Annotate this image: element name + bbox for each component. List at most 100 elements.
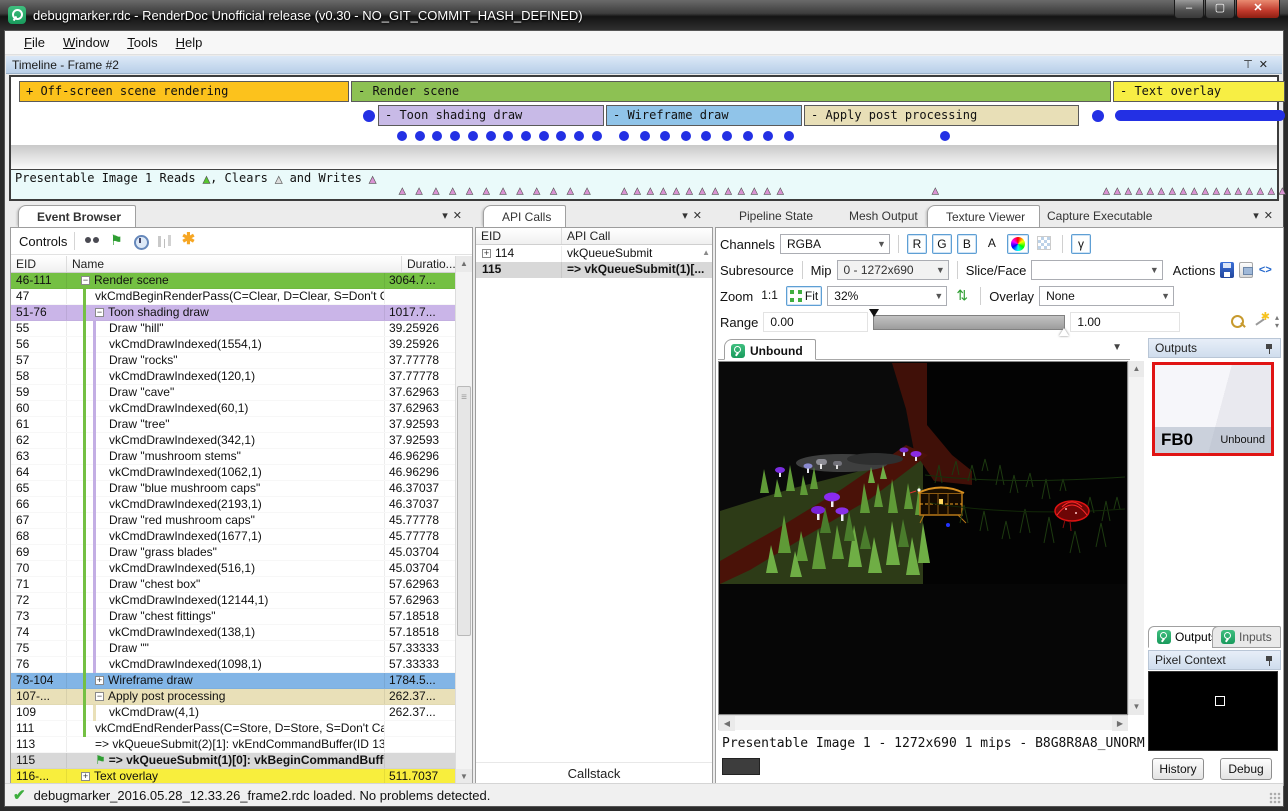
scroll-up-icon[interactable]: ▲ [702, 248, 710, 257]
debug-button[interactable]: Debug [1220, 758, 1272, 780]
event-row-109[interactable]: 109vkCmdDraw(4,1)262.37... [11, 705, 455, 721]
usage-triangle-icon[interactable]: ▲ [621, 184, 628, 197]
tab-pipeline-state[interactable]: Pipeline State [721, 205, 827, 228]
event-row-56[interactable]: 56vkCmdDrawIndexed(1554,1)39.25926 [11, 337, 455, 353]
usage-triangle-icon[interactable]: ▲ [483, 184, 490, 197]
close-button[interactable]: ✕ [1236, 0, 1280, 19]
usage-triangle-icon[interactable]: ▲ [686, 184, 693, 197]
statistics-icon[interactable] [154, 232, 174, 250]
checker-background-button[interactable] [1034, 234, 1054, 254]
timeline-event-dot[interactable] [681, 131, 691, 141]
event-row-51-76[interactable]: 51-76−Toon shading draw1017.7... [11, 305, 455, 321]
api-call-row-114[interactable]: +114vkQueueSubmit [476, 246, 712, 262]
usage-triangle-icon[interactable]: ▲ [634, 184, 641, 197]
texture-horizontal-scrollbar[interactable]: ◀ ▶ [718, 715, 1128, 730]
pin-icon[interactable] [1265, 343, 1274, 354]
event-row-55[interactable]: 55Draw "hill"39.25926 [11, 321, 455, 337]
scroll-up-icon[interactable]: ▲ [1129, 361, 1144, 377]
column-api-call[interactable]: API Call [562, 228, 712, 244]
event-row-71[interactable]: 71Draw "chest box"57.62963 [11, 577, 455, 593]
usage-triangle-icon[interactable]: ▲ [1224, 184, 1231, 197]
timeline-marker-bar[interactable]: + Off-screen scene rendering [19, 81, 349, 102]
time-durations-icon[interactable] [130, 232, 150, 250]
range-slider[interactable] [873, 315, 1065, 330]
fit-button[interactable]: Fit [786, 286, 822, 306]
scroll-left-icon[interactable]: ◀ [719, 716, 735, 731]
event-row-61[interactable]: 61Draw "tree"37.92593 [11, 417, 455, 433]
usage-triangle-icon[interactable]: ▲ [550, 184, 557, 197]
timeline-event-dot[interactable] [432, 131, 442, 141]
alpha-channel-button[interactable]: A [982, 234, 1002, 254]
bookmark-flag-icon[interactable]: ⚑ [106, 232, 126, 250]
menu-file[interactable]: File [15, 33, 54, 52]
timeline-dock-header[interactable]: Timeline - Frame #2 ⊤✕ [6, 56, 1282, 74]
usage-triangle-icon[interactable]: ▲ [932, 184, 939, 197]
usage-triangle-icon[interactable]: ▲ [1103, 184, 1110, 197]
maximize-button[interactable]: ▢ [1205, 0, 1235, 19]
spinner-icon[interactable]: ▴▾ [1275, 314, 1279, 330]
usage-triangle-icon[interactable]: ▲ [466, 184, 473, 197]
event-row-47[interactable]: 47vkCmdBeginRenderPass(C=Clear, D=Clear,… [11, 289, 455, 305]
pin-icon[interactable]: ⊤ [1243, 59, 1259, 71]
usage-triangle-icon[interactable]: ▲ [1147, 184, 1154, 197]
zoom-1-1-button[interactable]: 1:1 [758, 286, 781, 306]
event-row-68[interactable]: 68vkCmdDrawIndexed(1677,1)45.77778 [11, 529, 455, 545]
event-row-115[interactable]: 115⚑=> vkQueueSubmit(1)[0]: vkBeginComma… [11, 753, 455, 769]
usage-triangle-icon[interactable]: ▲ [699, 184, 706, 197]
event-row-64[interactable]: 64vkCmdDrawIndexed(1062,1)46.96296 [11, 465, 455, 481]
dock-menu-icon[interactable]: ▾ [442, 210, 453, 222]
usage-triangle-icon[interactable]: ▲ [673, 184, 680, 197]
usage-triangle-icon[interactable]: ▲ [1235, 184, 1242, 197]
collapse-icon[interactable]: − [95, 308, 104, 317]
range-min-field[interactable]: 0.00 [763, 312, 868, 332]
tab-event-browser[interactable]: Event Browser [18, 205, 136, 228]
blue-channel-button[interactable]: B [957, 234, 977, 254]
close-icon[interactable]: ✕ [1264, 210, 1278, 222]
event-row-65[interactable]: 65Draw "blue mushroom caps"46.37037 [11, 481, 455, 497]
event-row-76[interactable]: 76vkCmdDrawIndexed(1098,1)57.33333 [11, 657, 455, 673]
scrollbar-thumb[interactable] [457, 386, 471, 636]
timeline-event-dot[interactable] [574, 131, 584, 141]
usage-triangle-icon[interactable]: ▲ [1202, 184, 1209, 197]
timeline-event-dot[interactable] [940, 131, 950, 141]
usage-triangle-icon[interactable]: ▲ [1125, 184, 1132, 197]
usage-triangle-icon[interactable]: ▲ [1180, 184, 1187, 197]
timeline-marker-bar[interactable]: - Wireframe draw [606, 105, 802, 126]
color-wheel-button[interactable] [1007, 234, 1029, 254]
timeline-event-strip[interactable] [1115, 110, 1285, 121]
api-table-header[interactable]: EID API Call [476, 228, 712, 245]
event-row-73[interactable]: 73Draw "chest fittings"57.18518 [11, 609, 455, 625]
event-browser-scrollbar[interactable]: ▲ ▼ [455, 256, 472, 785]
event-row-62[interactable]: 62vkCmdDrawIndexed(342,1)37.92593 [11, 433, 455, 449]
usage-triangle-icon[interactable]: ▲ [517, 184, 524, 197]
gamma-button[interactable]: γ [1071, 234, 1091, 254]
close-icon[interactable]: ✕ [453, 210, 467, 222]
timeline-event-dot[interactable] [468, 131, 478, 141]
timeline-event-dot[interactable] [397, 131, 407, 141]
usage-triangle-icon[interactable]: ▲ [1268, 184, 1275, 197]
save-icon[interactable] [1220, 262, 1234, 278]
collapse-icon[interactable]: − [81, 276, 90, 285]
column-eid[interactable]: EID [11, 256, 67, 272]
texture-canvas[interactable] [718, 361, 1128, 715]
tab-api-calls[interactable]: API Calls [483, 205, 566, 228]
expand-icon[interactable]: + [482, 249, 491, 258]
usage-triangle-icon[interactable]: ▲ [1213, 184, 1220, 197]
timeline-event-dot[interactable] [640, 131, 650, 141]
event-row-69[interactable]: 69Draw "grass blades"45.03704 [11, 545, 455, 561]
range-white-handle[interactable] [1059, 323, 1069, 336]
code-icon[interactable]: <> [1258, 262, 1272, 278]
event-row-75[interactable]: 75Draw ""57.33333 [11, 641, 455, 657]
timeline-marker-bar[interactable]: - Toon shading draw [378, 105, 604, 126]
export-icon[interactable] [1239, 262, 1253, 278]
usage-triangle-icon[interactable]: ▲ [1257, 184, 1264, 197]
timeline-event-dot[interactable] [539, 131, 549, 141]
timeline-event-dot[interactable] [784, 131, 794, 141]
usage-triangle-icon[interactable]: ▲ [1246, 184, 1253, 197]
timeline-canvas[interactable]: + Off-screen scene rendering- Render sce… [9, 75, 1279, 201]
pixel-context-view[interactable] [1148, 671, 1278, 751]
event-row-70[interactable]: 70vkCmdDrawIndexed(516,1)45.03704 [11, 561, 455, 577]
close-icon[interactable]: ✕ [1259, 59, 1274, 71]
timeline-event-dot[interactable] [722, 131, 732, 141]
scroll-up-icon[interactable]: ▲ [456, 256, 472, 272]
